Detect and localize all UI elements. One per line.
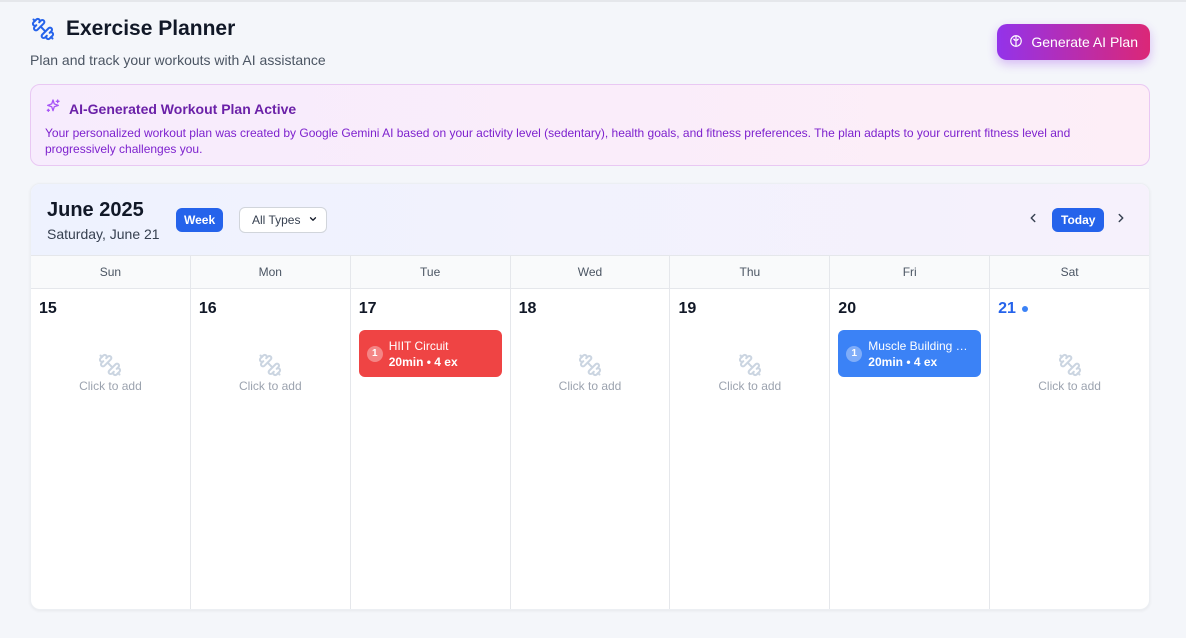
day-number: 16 <box>198 300 217 317</box>
empty-day-placeholder[interactable]: Click to add <box>990 353 1149 393</box>
type-filter-value: All Types <box>252 213 301 227</box>
click-to-add-label: Click to add <box>718 379 782 393</box>
day-number: 18 <box>518 300 537 317</box>
workout-count-badge: 1 <box>846 345 863 362</box>
workout-details: Muscle Building Workout 20min • 4 ex <box>868 339 972 369</box>
weekday-header-row: Sun Mon Tue Wed Thu Fri Sat <box>31 256 1149 289</box>
banner-text: Your personalized workout plan was creat… <box>45 126 1071 156</box>
dumbbell-icon <box>191 353 350 377</box>
banner-header: AI-Generated Workout Plan Active <box>45 98 1135 119</box>
calendar-selected-date: Saturday, June 21 <box>47 226 160 242</box>
week-days-row: 15 Click to add 16 Click to add 17 1 HII… <box>31 289 1149 609</box>
empty-day-placeholder[interactable]: Click to add <box>191 353 350 393</box>
weekday-label: Sun <box>31 256 191 288</box>
day-number-today: 21 <box>998 300 1141 318</box>
previous-week-button[interactable] <box>1021 208 1045 232</box>
day-cell[interactable]: 15 Click to add <box>31 289 191 609</box>
weekday-label: Fri <box>830 256 991 288</box>
workout-name: Muscle Building Workout <box>868 338 972 353</box>
week-view-button[interactable]: Week <box>176 208 224 232</box>
click-to-add-label: Click to add <box>558 379 622 393</box>
click-to-add-label: Click to add <box>1038 379 1101 393</box>
type-filter-select[interactable]: All Types <box>239 207 327 233</box>
calendar-header: June 2025 Saturday, June 21 Week All Typ… <box>31 184 1149 256</box>
day-cell[interactable]: 19 Click to add <box>670 289 831 609</box>
workout-details: HIIT Circuit 20min • 4 ex <box>389 339 458 369</box>
weekday-label: Thu <box>670 256 831 288</box>
workout-name: HIIT Circuit <box>388 338 449 353</box>
dumbbell-icon <box>670 353 829 377</box>
workout-card[interactable]: 1 HIIT Circuit 20min • 4 ex <box>358 330 502 377</box>
sparkles-icon <box>45 98 61 119</box>
top-divider <box>0 0 1186 2</box>
weekday-label: Mon <box>191 256 351 288</box>
brain-icon <box>1009 34 1023 51</box>
day-number: 19 <box>678 300 697 317</box>
workout-meta: 20min • 4 ex <box>868 354 938 369</box>
chevron-right-icon <box>1114 211 1128 230</box>
empty-day-placeholder[interactable]: Click to add <box>511 353 670 393</box>
workout-card[interactable]: 1 Muscle Building Workout 20min • 4 ex <box>838 330 982 377</box>
day-number: 21 <box>998 300 1016 317</box>
generate-ai-plan-label: Generate AI Plan <box>1031 34 1138 50</box>
day-cell[interactable]: 17 1 HIIT Circuit 20min • 4 ex <box>351 289 511 609</box>
workout-meta: 20min • 4 ex <box>388 354 458 369</box>
day-cell-today[interactable]: 21 Click to add <box>990 289 1149 609</box>
page-subtitle: Plan and track your workouts with AI ass… <box>30 52 326 68</box>
workout-count-badge: 1 <box>366 345 383 362</box>
day-cell[interactable]: 16 Click to add <box>191 289 351 609</box>
day-number: 20 <box>838 300 857 317</box>
weekday-label: Tue <box>351 256 511 288</box>
ai-plan-banner: AI-Generated Workout Plan Active Your pe… <box>30 84 1150 166</box>
next-week-button[interactable] <box>1109 208 1133 232</box>
day-cell[interactable]: 18 Click to add <box>511 289 671 609</box>
today-button[interactable]: Today <box>1052 208 1105 232</box>
dumbbell-icon <box>30 16 56 42</box>
day-number: 15 <box>39 300 57 317</box>
calendar-month: June 2025 <box>47 199 144 221</box>
weekday-label: Wed <box>511 256 671 288</box>
banner-title: AI-Generated Workout Plan Active <box>69 100 297 117</box>
dumbbell-icon <box>990 353 1149 377</box>
title-row: Exercise Planner <box>30 16 1150 42</box>
dumbbell-icon <box>511 353 670 377</box>
click-to-add-label: Click to add <box>238 379 302 393</box>
day-cell[interactable]: 20 1 Muscle Building Workout 20min • 4 e… <box>830 289 991 609</box>
weekday-label: Sat <box>1060 265 1079 279</box>
empty-day-placeholder[interactable]: Click to add <box>670 353 829 393</box>
page-header: Exercise Planner Plan and track your wor… <box>30 16 1150 76</box>
click-to-add-label: Click to add <box>79 379 142 393</box>
dumbbell-icon <box>31 353 190 377</box>
chevron-down-icon <box>308 213 318 227</box>
page-title: Exercise Planner <box>66 17 236 40</box>
day-number: 17 <box>358 300 377 317</box>
today-indicator-dot <box>1021 306 1028 312</box>
calendar-card: June 2025 Saturday, June 21 Week All Typ… <box>30 183 1150 610</box>
empty-day-placeholder[interactable]: Click to add <box>31 353 190 393</box>
chevron-left-icon <box>1026 211 1040 230</box>
generate-ai-plan-button[interactable]: Generate AI Plan <box>997 24 1150 60</box>
